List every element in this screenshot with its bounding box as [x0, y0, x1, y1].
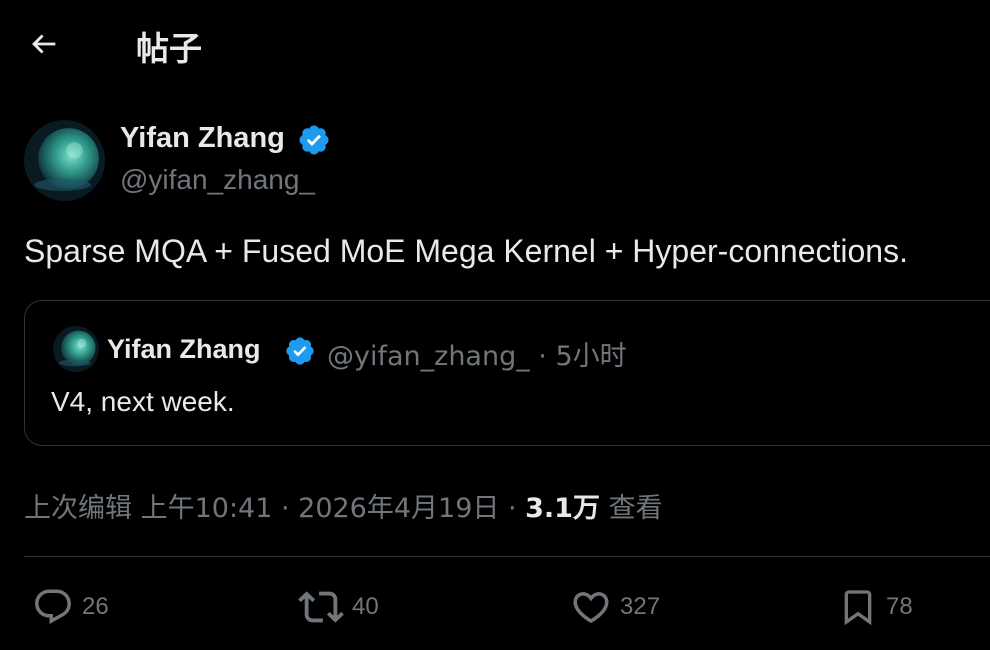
bookmark-button[interactable]: 78: [838, 585, 913, 629]
bookmark-count: 78: [886, 593, 913, 620]
author-name[interactable]: Yifan Zhang: [120, 122, 285, 155]
edited-timestamp[interactable]: 上次编辑 上午10:41 · 2026年4月19日 ·: [24, 493, 525, 524]
bookmark-icon: [844, 590, 872, 626]
avatar[interactable]: [24, 120, 105, 201]
heart-icon: [573, 592, 609, 624]
like-button[interactable]: 327: [570, 585, 660, 629]
verified-badge-icon: [297, 123, 331, 157]
tweet-text: Sparse MQA + Fused MoE Mega Kernel + Hyp…: [24, 233, 908, 269]
quote-author-name[interactable]: Yifan Zhang: [107, 334, 261, 365]
views-label: 查看: [599, 493, 663, 524]
arrow-left-icon: [32, 34, 56, 54]
retweet-count: 40: [352, 593, 379, 620]
quote-avatar[interactable]: [53, 326, 99, 372]
quote-tweet-card[interactable]: Yifan Zhang @yifan_zhang_ · 5小时 V4, next…: [24, 300, 990, 446]
quote-handle-time: @yifan_zhang_ · 5小时: [327, 341, 627, 372]
header-bar: 帖子: [0, 0, 990, 86]
tweet-metadata: 上次编辑 上午10:41 · 2026年4月19日 · 3.1万 查看: [24, 486, 663, 525]
divider: [24, 556, 990, 557]
reply-icon: [35, 589, 71, 624]
back-button[interactable]: [26, 26, 62, 62]
author-handle[interactable]: @yifan_zhang_: [120, 164, 315, 196]
page-title: 帖子: [136, 29, 202, 68]
like-count: 327: [620, 593, 661, 620]
quote-text: V4, next week.: [51, 386, 235, 417]
reply-count: 26: [82, 593, 109, 620]
retweet-icon: [298, 591, 344, 623]
retweet-button[interactable]: 40: [298, 585, 379, 629]
views-count: 3.1万: [525, 493, 600, 524]
verified-badge-icon: [284, 335, 316, 367]
reply-button[interactable]: 26: [32, 585, 109, 629]
